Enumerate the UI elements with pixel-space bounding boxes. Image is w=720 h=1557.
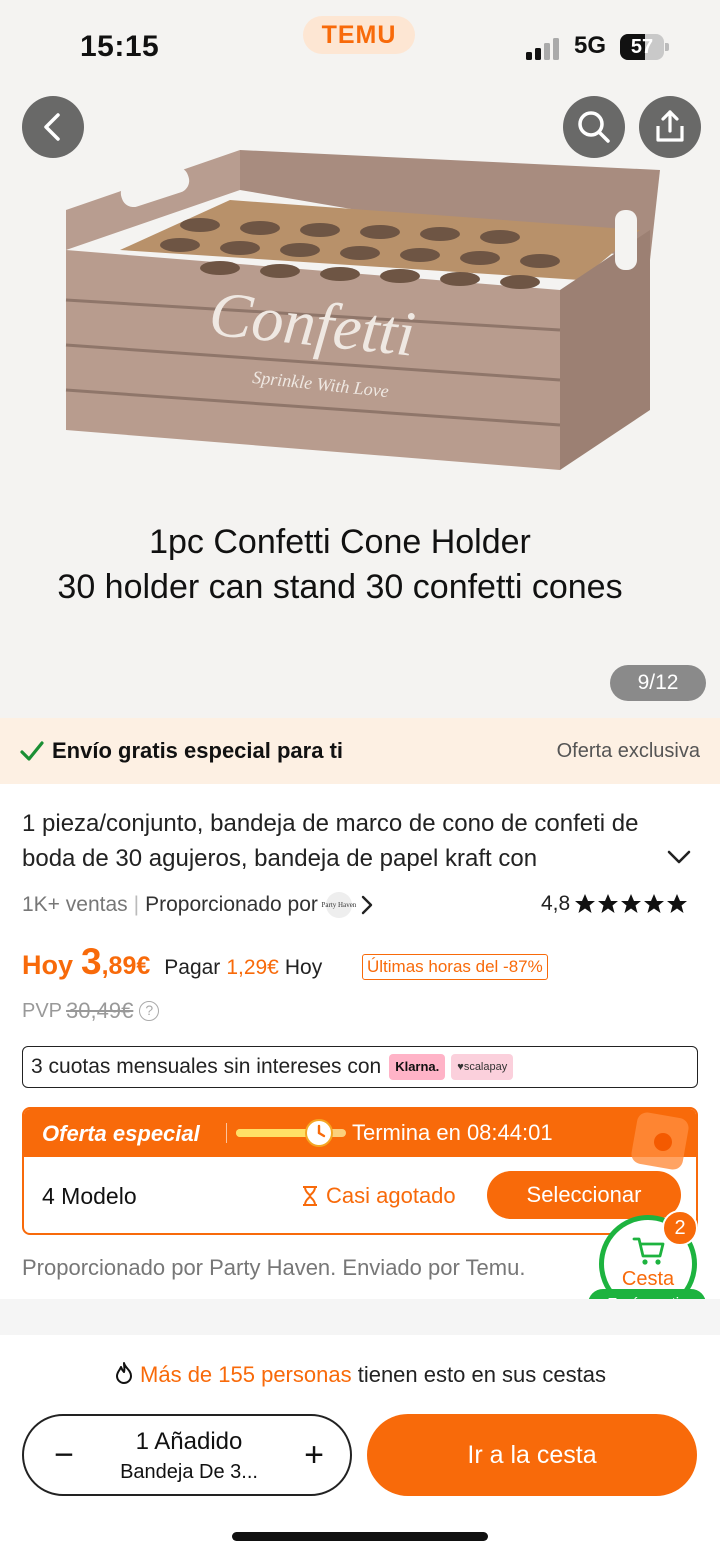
free-shipping-text: Envío gratis especial para ti xyxy=(52,738,344,763)
go-to-cart-button[interactable]: Ir a la cesta xyxy=(367,1414,697,1496)
chevron-down-icon[interactable] xyxy=(666,848,692,866)
status-time: 15:15 xyxy=(80,30,160,63)
pay-suffix: Hoy xyxy=(284,956,323,979)
pay-label: Pagar xyxy=(164,956,221,979)
special-offer-card: Oferta especial Termina en 08:44:01 4 Mo… xyxy=(22,1107,698,1235)
section-divider xyxy=(0,1299,720,1335)
special-offer-header: Oferta especial Termina en 08:44:01 xyxy=(24,1109,696,1172)
quantity-stepper: − 1 Añadido Bandeja De 3... + xyxy=(22,1414,352,1496)
sales-count: 1K+ ventas xyxy=(22,893,128,916)
share-icon xyxy=(656,110,684,142)
network-type: 5G xyxy=(574,32,607,59)
select-button[interactable]: Seleccionar xyxy=(487,1171,681,1219)
original-price: PVP 30,49€ ? xyxy=(22,998,160,1024)
decrease-button[interactable]: − xyxy=(42,1433,86,1477)
share-button[interactable] xyxy=(639,96,701,158)
seller-logo[interactable]: Party Haven xyxy=(322,892,356,918)
rating[interactable]: 4,8 xyxy=(541,892,692,916)
scalapay-logo: ♥scalapay xyxy=(451,1054,514,1080)
caption-line-2: 30 holder can stand 30 confetti cones xyxy=(57,568,623,606)
home-indicator xyxy=(232,1532,488,1541)
installments-text: 3 cuotas mensuales sin intereses con xyxy=(31,1055,382,1078)
decorative-dot xyxy=(654,1133,672,1151)
cart-count-badge: 2 xyxy=(662,1210,698,1246)
price-today-label: Hoy xyxy=(22,950,74,980)
pvp-value: 30,49€ xyxy=(66,998,134,1023)
chevron-left-icon xyxy=(44,113,60,141)
chevron-right-icon[interactable] xyxy=(360,894,374,916)
check-icon xyxy=(20,741,44,761)
special-offer-title: Oferta especial xyxy=(42,1121,200,1146)
price-decimal: ,89€ xyxy=(101,952,151,980)
clock-icon xyxy=(305,1119,333,1147)
product-image: Confetti Sprinkle With Love xyxy=(65,150,660,470)
cart-icon xyxy=(632,1237,665,1265)
stock-status: Casi agotado xyxy=(300,1183,456,1209)
added-count: 1 Añadido xyxy=(135,1428,243,1455)
price-row: Hoy 3 ,89€ Pagar 1,29€ Hoy xyxy=(22,941,322,983)
battery-icon: 57 xyxy=(620,34,670,60)
divider xyxy=(226,1123,227,1143)
image-caption: 1pc Confetti Cone Holder 30 holder can s… xyxy=(0,520,680,610)
people-text: tienen esto en sus cestas xyxy=(351,1362,606,1387)
provided-by-label: Proporcionado por xyxy=(145,893,318,916)
star-rating-icon xyxy=(574,893,692,915)
klarna-logo: Klarna. xyxy=(389,1054,446,1080)
people-count: Más de 155 personas xyxy=(140,1362,352,1387)
product-meta: 1K+ ventas | Proporcionado por Party Hav… xyxy=(22,892,374,918)
caption-line-1: 1pc Confetti Cone Holder xyxy=(149,523,531,561)
flame-icon xyxy=(116,1362,133,1384)
rating-value: 4,8 xyxy=(541,892,571,915)
signal-icon xyxy=(526,38,559,60)
provided-by-footer: Proporcionado por Party Haven. Enviado p… xyxy=(22,1255,526,1280)
exclusive-offer-label: Oferta exclusiva xyxy=(556,740,700,762)
cart-label: Cesta xyxy=(621,1268,675,1290)
social-proof: Más de 155 personas tienen esto en sus c… xyxy=(0,1361,720,1388)
back-button[interactable] xyxy=(22,96,84,158)
promo-badge: Últimas horas del -87% xyxy=(362,954,548,980)
product-title[interactable]: 1 pieza/conjunto, bandeja de marco de co… xyxy=(22,806,662,876)
pvp-label: PVP xyxy=(22,999,63,1022)
stock-text: Casi agotado xyxy=(326,1183,456,1208)
search-button[interactable] xyxy=(563,96,625,158)
added-item-name: Bandeja De 3... xyxy=(120,1461,258,1483)
offer-countdown: Termina en 08:44:01 xyxy=(352,1120,553,1145)
pay-value: 1,29€ xyxy=(226,956,279,979)
installments-banner[interactable]: 3 cuotas mensuales sin intereses con Kla… xyxy=(22,1046,698,1088)
hourglass-icon xyxy=(303,1186,317,1206)
battery-level: 57 xyxy=(630,36,654,58)
model-count: 4 Modelo xyxy=(42,1183,137,1209)
divider: | xyxy=(133,893,140,916)
brand-logo: TEMU xyxy=(303,16,415,54)
help-icon[interactable]: ? xyxy=(139,1001,160,1021)
image-counter: 9/12 xyxy=(610,665,706,701)
search-icon xyxy=(578,111,610,143)
increase-button[interactable]: + xyxy=(292,1433,336,1477)
price-int: 3 xyxy=(81,941,102,982)
status-bar: 15:15 TEMU 5G 57 xyxy=(0,0,720,96)
